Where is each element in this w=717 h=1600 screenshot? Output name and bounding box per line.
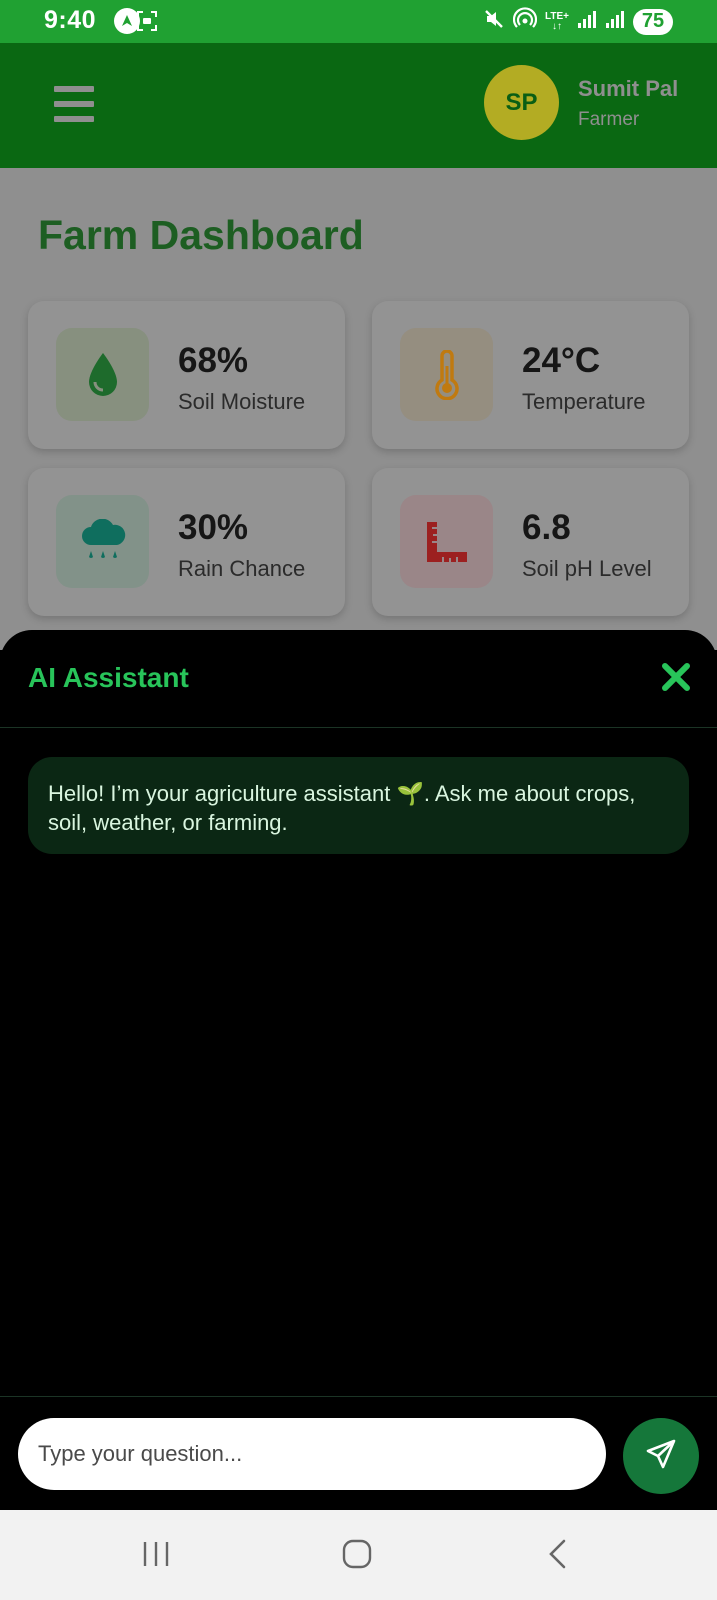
assistant-message: Hello! I’m your agriculture assistant 🌱.… — [28, 757, 689, 854]
back-icon[interactable] — [540, 1536, 576, 1572]
rain-cloud-icon — [56, 495, 149, 588]
stat-value: 6.8 — [522, 508, 571, 547]
page-title: Farm Dashboard — [38, 212, 364, 258]
stat-value: 24°C — [522, 341, 601, 380]
divider — [0, 727, 717, 728]
mute-icon — [483, 8, 505, 35]
user-name: Sumit Pal — [578, 76, 679, 101]
stat-label: Soil pH Level — [522, 556, 652, 581]
network-label: LTE+ — [545, 10, 569, 22]
stat-card-soil-ph[interactable]: 6.8 Soil pH Level — [372, 468, 689, 616]
screenshot-icon — [134, 8, 160, 34]
stat-card-soil-moisture[interactable]: 68% Soil Moisture — [28, 301, 345, 449]
stat-label: Temperature — [522, 389, 646, 414]
stat-card-rain-chance[interactable]: 30% Rain Chance — [28, 468, 345, 616]
status-icons: LTE+ ↓↑ 75 — [483, 7, 673, 36]
divider — [0, 1396, 717, 1397]
status-bar: 9:40 LTE+ ↓↑ 75 — [0, 0, 717, 43]
stat-label: Soil Moisture — [178, 389, 306, 414]
hamburger-icon[interactable] — [54, 86, 94, 122]
stat-label: Rain Chance — [178, 556, 306, 581]
water-drop-icon — [56, 328, 149, 421]
thermometer-icon — [400, 328, 493, 421]
avatar[interactable]: SP — [484, 65, 559, 140]
signal-icon — [605, 9, 625, 34]
stat-value: 68% — [178, 341, 249, 380]
close-icon[interactable] — [661, 662, 691, 692]
recents-icon[interactable] — [138, 1536, 174, 1572]
ai-assistant-title: AI Assistant — [28, 662, 189, 693]
battery-indicator: 75 — [633, 8, 673, 35]
hotspot-icon — [512, 7, 538, 36]
ai-assistant-panel: AI Assistant Hello! I’m your agriculture… — [0, 630, 717, 1510]
send-button[interactable] — [623, 1418, 699, 1494]
send-icon — [644, 1437, 678, 1476]
dashboard: Farm Dashboard 68% Soil Moisture 24°C Te… — [0, 168, 717, 650]
ruler-icon — [400, 495, 493, 588]
signal-icon — [577, 9, 597, 34]
user-role: Farmer — [578, 109, 640, 130]
app-header: SP Sumit Pal Farmer — [0, 43, 717, 168]
system-nav-bar — [0, 1510, 717, 1600]
network-type: LTE+ ↓↑ — [545, 10, 569, 32]
stat-value: 30% — [178, 508, 249, 547]
question-input[interactable] — [18, 1418, 606, 1490]
stat-card-temperature[interactable]: 24°C Temperature — [372, 301, 689, 449]
status-time: 9:40 — [44, 6, 97, 34]
home-icon[interactable] — [339, 1536, 375, 1572]
